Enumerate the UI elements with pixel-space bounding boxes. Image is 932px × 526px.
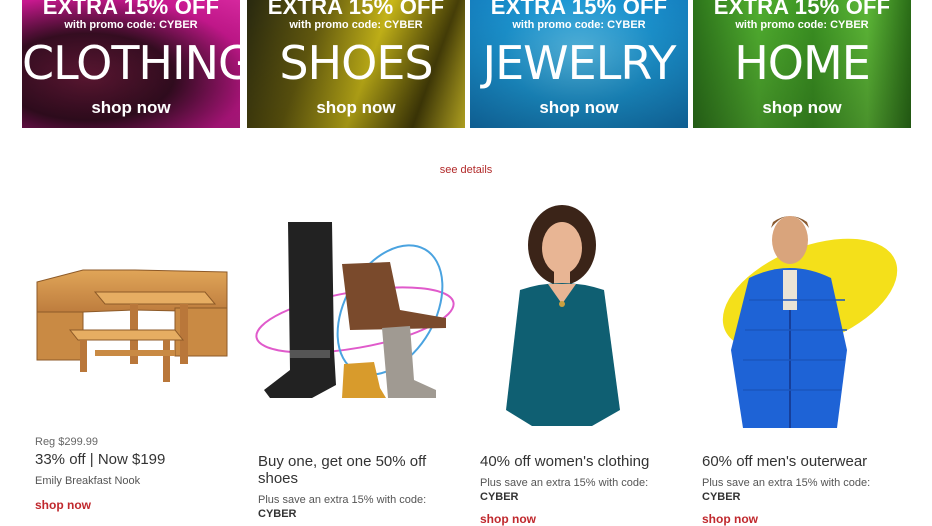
- banner-extra-text: EXTRA 15% OFF: [267, 0, 445, 19]
- banner-promo-text: with promo code: CYBER: [64, 19, 198, 31]
- banner-promo-text: with promo code: CYBER: [735, 19, 869, 31]
- banner-shoes[interactable]: EXTRA 15% OFF with promo code: CYBER SHO…: [247, 0, 465, 128]
- shoes-image[interactable]: [250, 200, 460, 430]
- see-details-link[interactable]: see details: [440, 164, 493, 176]
- regular-price: Reg $299.99: [35, 436, 98, 448]
- product-card-womens-clothing: 40% off women's clothing Plus save an ex…: [472, 200, 685, 526]
- breakfast-nook-image[interactable]: [35, 200, 245, 430]
- banner-promo-text: with promo code: CYBER: [512, 19, 646, 31]
- banner-category-title: SHOES: [279, 36, 433, 90]
- banner-jewelry[interactable]: EXTRA 15% OFF with promo code: CYBER JEW…: [470, 0, 688, 128]
- banner-extra-text: EXTRA 15% OFF: [490, 0, 668, 19]
- banner-extra-text: EXTRA 15% OFF: [42, 0, 220, 19]
- banner-promo-text: with promo code: CYBER: [289, 19, 423, 31]
- man-model-image[interactable]: [695, 200, 905, 430]
- offer-title: 33% off | Now $199: [35, 451, 166, 468]
- promo-banner-row: EXTRA 15% OFF with promo code: CYBER CLO…: [22, 0, 911, 128]
- banner-category-title: CLOTHING: [22, 36, 240, 90]
- product-info: Buy one, get one 50% off shoes Plus save…: [258, 436, 463, 521]
- promo-code: CYBER: [702, 491, 741, 503]
- product-card-shoes: Buy one, get one 50% off shoes Plus save…: [250, 200, 460, 524]
- product-description: Emily Breakfast Nook: [35, 475, 141, 487]
- offer-title: 60% off men's outerwear: [702, 453, 868, 470]
- see-details-row: see details: [0, 164, 932, 176]
- promo-code: CYBER: [480, 491, 519, 503]
- banner-shop-now-link[interactable]: shop now: [693, 98, 911, 118]
- offer-title: Buy one, get one 50% off shoes: [258, 453, 427, 487]
- promo-code: CYBER: [258, 508, 297, 520]
- product-description: Plus save an extra 15% with code:: [702, 477, 871, 489]
- banner-home[interactable]: EXTRA 15% OFF with promo code: CYBER HOM…: [693, 0, 911, 128]
- woman-model-image[interactable]: [472, 200, 682, 430]
- product-description: Plus save an extra 15% with code:: [258, 494, 427, 506]
- product-card-mens-outerwear: 60% off men's outerwear Plus save an ext…: [695, 200, 907, 526]
- banner-extra-text: EXTRA 15% OFF: [713, 0, 891, 19]
- product-info: Reg $299.99 33% off | Now $199 Emily Bre…: [35, 436, 240, 512]
- banner-shop-now-link[interactable]: shop now: [470, 98, 688, 118]
- banner-shop-now-link[interactable]: shop now: [22, 98, 240, 118]
- banner-category-title: JEWELRY: [482, 36, 677, 90]
- product-description: Plus save an extra 15% with code:: [480, 477, 649, 489]
- product-card-breakfast-nook: Reg $299.99 33% off | Now $199 Emily Bre…: [35, 200, 245, 524]
- banner-clothing[interactable]: EXTRA 15% OFF with promo code: CYBER CLO…: [22, 0, 240, 128]
- product-info: 60% off men's outerwear Plus save an ext…: [702, 436, 907, 526]
- shop-now-link[interactable]: shop now: [35, 498, 240, 512]
- banner-shop-now-link[interactable]: shop now: [247, 98, 465, 118]
- offer-title: 40% off women's clothing: [480, 453, 650, 470]
- product-info: 40% off women's clothing Plus save an ex…: [480, 436, 685, 526]
- banner-category-title: HOME: [734, 36, 871, 90]
